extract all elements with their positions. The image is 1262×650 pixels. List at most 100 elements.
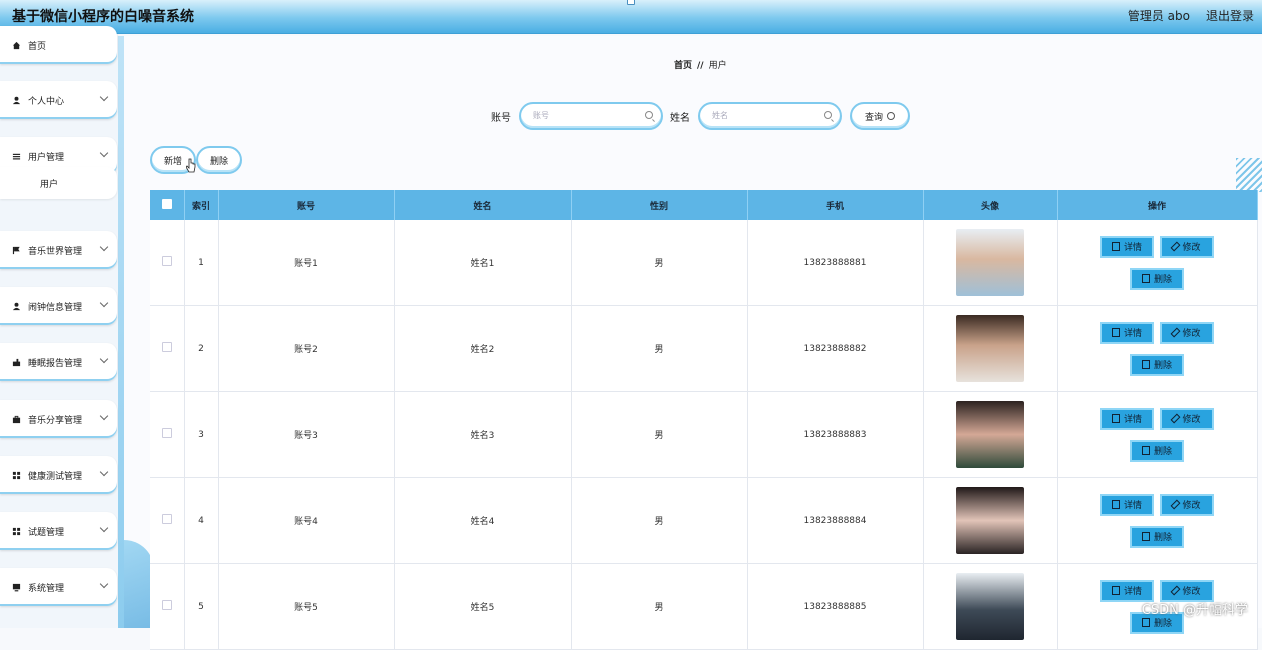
trash-icon [1141,446,1150,455]
row-delete-button[interactable]: 删除 [1130,267,1184,290]
trash-icon [1141,274,1150,283]
edit-button[interactable]: 修改 [1160,407,1214,430]
cell-phone: 13823888884 [747,477,924,564]
sidebar-item-6[interactable]: 睡眠报告管理 [0,343,117,381]
column-header-name: 姓名 [394,190,572,220]
chevron-down-icon [99,92,109,102]
row-select-cell[interactable] [150,391,185,478]
logout-link[interactable]: 退出登录 [1206,7,1254,24]
document-icon [1111,242,1120,251]
watermark: CSDN @升幅科学 [1141,603,1248,618]
sidebar-item-7[interactable]: 音乐分享管理 [0,400,117,438]
breadcrumb-home[interactable]: 首页 [674,61,692,71]
resize-handle[interactable] [627,0,635,5]
sidebar-item-1[interactable]: 首页 [0,26,117,64]
detail-button[interactable]: 详情 [1100,493,1154,516]
edit-button[interactable]: 修改 [1160,235,1214,258]
edit-button-label: 修改 [1182,501,1201,511]
row-select-cell[interactable] [150,563,185,650]
row-checkbox[interactable] [161,342,172,352]
chart-icon [11,357,21,367]
cell-gender: 男 [571,305,748,392]
chevron-down-icon [99,411,109,421]
table-row: 2 账号2 姓名2 男 13823888882 详情 修改 删除 [150,305,1258,392]
sidebar-item-2[interactable]: 个人中心 [0,81,117,119]
avatar [956,401,1024,468]
sidebar-item-label: 用户管理 [28,152,65,163]
cell-name: 姓名5 [394,563,572,650]
breadcrumb: 首页 // 用户 [674,58,727,71]
detail-button-label: 详情 [1123,501,1142,511]
select-all-cell[interactable] [150,190,185,220]
admin-user-label: 管理员 abo [1127,9,1190,23]
query-button[interactable]: 查询 [850,102,910,130]
cell-actions: 详情 修改删除 [1057,305,1258,392]
detail-button-label: 详情 [1123,329,1142,339]
cell-gender: 男 [571,220,748,306]
edit-button[interactable]: 修改 [1160,321,1214,344]
search-icon [824,111,832,119]
row-select-cell[interactable] [150,220,185,306]
select-all-checkbox[interactable] [161,198,172,209]
chevron-down-icon [99,467,109,477]
row-delete-button-label: 删除 [1153,533,1172,543]
sidebar-item-8[interactable]: 健康测试管理 [0,456,117,494]
sidebar-item-9[interactable]: 试题管理 [0,512,117,550]
cell-avatar [923,563,1058,650]
cell-account: 账号3 [218,391,395,478]
chevron-down-icon [99,354,109,364]
row-checkbox[interactable] [161,256,172,266]
cell-gender: 男 [571,563,748,650]
cell-index: 5 [184,563,219,650]
name-search-input[interactable] [710,110,824,121]
chevron-down-icon [99,523,109,533]
row-select-cell[interactable] [150,305,185,392]
cell-gender: 男 [571,477,748,564]
sidebar-item-label: 健康测试管理 [28,471,83,482]
delete-button-label: 删除 [209,156,228,167]
flag-icon [11,245,21,255]
document-icon [1111,328,1120,337]
edit-button[interactable]: 修改 [1160,493,1214,516]
cell-account: 账号2 [218,305,395,392]
sidebar-item-10[interactable]: 系统管理 [0,568,117,606]
home-icon [11,40,21,50]
sidebar-subitem-user[interactable]: 用户 [0,167,117,199]
cell-name: 姓名4 [394,477,572,564]
detail-button[interactable]: 详情 [1100,235,1154,258]
row-checkbox[interactable] [161,514,172,524]
detail-button[interactable]: 详情 [1100,407,1154,430]
grid-icon [11,526,21,536]
pencil-icon [1171,241,1181,252]
row-checkbox[interactable] [161,600,172,610]
sidebar-item-4[interactable]: 音乐世界管理 [0,231,117,269]
cell-phone: 13823888883 [747,391,924,478]
row-delete-button-label: 删除 [1153,361,1172,371]
row-delete-button[interactable]: 删除 [1130,525,1184,548]
edit-button-label: 修改 [1182,415,1201,425]
cell-index: 3 [184,391,219,478]
delete-button[interactable]: 删除 [196,146,242,174]
detail-button[interactable]: 详情 [1100,321,1154,344]
table-row: 3 账号3 姓名3 男 13823888883 详情 修改 删除 [150,391,1258,478]
sidebar-item-label: 音乐世界管理 [28,246,83,257]
sidebar-item-label: 音乐分享管理 [28,415,83,426]
account-search-input[interactable] [531,110,645,121]
monitor-icon [11,582,21,592]
table-body: 1 账号1 姓名1 男 13823888881 详情 修改 删除 2 账号2 姓名2 男 1382388… [150,220,1258,650]
mouse-cursor-icon [186,158,196,173]
cell-actions: 详情 修改删除 [1057,391,1258,478]
row-delete-button[interactable]: 删除 [1130,439,1184,462]
sidebar-item-5[interactable]: 闹钟信息管理 [0,287,117,325]
row-select-cell[interactable] [150,477,185,564]
name-search-field[interactable] [698,102,842,130]
add-button-label: 新增 [163,156,182,167]
account-search-field[interactable] [519,102,663,130]
row-checkbox[interactable] [161,428,172,438]
pencil-icon [1171,499,1181,510]
sidebar-item-label: 个人中心 [28,96,65,107]
column-header-phone: 手机 [747,190,924,220]
edit-button-label: 修改 [1182,243,1201,253]
cell-index: 4 [184,477,219,564]
row-delete-button[interactable]: 删除 [1130,353,1184,376]
